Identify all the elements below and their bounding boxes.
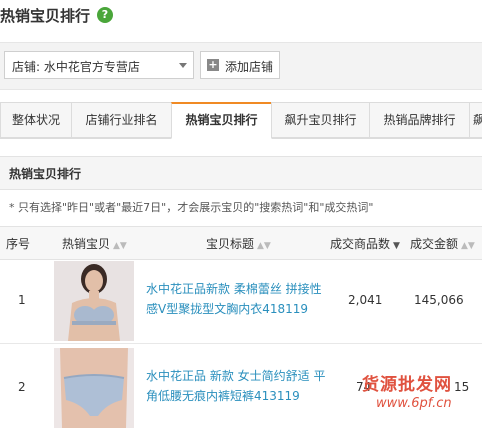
filter-note: * 只有选择"昨日"或者"最近7日"，才会展示宝贝的"搜索热词"和"成交热词"	[9, 201, 374, 214]
col-qty[interactable]: 成交商品数 ▼	[330, 235, 400, 252]
tab-hot-items[interactable]: 热销宝贝排行	[171, 102, 272, 139]
product-title-link[interactable]: 水中花正品 新款 女士简约舒适 平角低腰无痕内裤短裤413119	[146, 366, 326, 406]
product-thumbnail[interactable]	[54, 261, 134, 341]
add-store-button[interactable]: + 添加店铺	[200, 51, 280, 79]
watermark-logo: 货源批发网 www.6pf.cn	[356, 368, 482, 418]
col-title[interactable]: 宝贝标题 ▲▼	[206, 235, 271, 252]
col-item[interactable]: 热销宝贝 ▲▼	[62, 235, 127, 252]
table-header: 序号 热销宝贝 ▲▼ 宝贝标题 ▲▼ 成交商品数 ▼ 成交金额 ▲▼	[0, 226, 482, 260]
store-bar: 店铺: 水中花官方专营店 + 添加店铺	[0, 42, 482, 90]
add-store-label: 添加店铺	[225, 60, 274, 74]
row-rank: 2	[18, 380, 26, 394]
watermark-line1: 货源批发网	[362, 375, 452, 395]
tab-rising-items[interactable]: 飙升宝贝排行	[271, 102, 370, 138]
title-bar: 热销宝贝排行 ?	[0, 0, 482, 34]
tab-bar: 整体状况 店铺行业排名 热销宝贝排行 飙升宝贝排行 热销品牌排行 飙	[0, 102, 482, 139]
section-title: 热销宝贝排行	[9, 167, 82, 181]
store-select-value: 店铺: 水中花官方专营店	[12, 60, 140, 74]
sort-icon: ▲▼	[257, 241, 271, 251]
row-rank: 1	[18, 293, 26, 307]
row-qty: 2,041	[348, 293, 383, 307]
tab-overview[interactable]: 整体状况	[0, 102, 72, 138]
store-select[interactable]: 店铺: 水中花官方专营店	[4, 51, 194, 79]
col-rank: 序号	[6, 237, 31, 251]
section-header: 热销宝贝排行	[0, 156, 482, 190]
tab-store-industry-rank[interactable]: 店铺行业排名	[71, 102, 172, 138]
plus-icon: +	[207, 58, 219, 71]
sort-icon: ▲▼	[461, 241, 475, 251]
bra-product-image	[54, 261, 134, 341]
watermark-line2: www.6pf.cn	[376, 396, 452, 411]
page-title: 热销宝贝排行	[0, 7, 91, 25]
sort-icon: ▲▼	[113, 241, 127, 251]
panty-product-image	[54, 348, 134, 428]
table-row: 1 水中花正品新款 柔棉蕾丝 拼接性感V型聚拢型文胸内衣418119 2,041…	[0, 259, 482, 344]
tab-hot-brands[interactable]: 热销品牌排行	[369, 102, 470, 138]
help-icon[interactable]: ?	[97, 7, 113, 23]
row-amount: 145,066	[414, 293, 464, 307]
product-thumbnail[interactable]	[54, 348, 134, 428]
product-title-link[interactable]: 水中花正品新款 柔棉蕾丝 拼接性感V型聚拢型文胸内衣418119	[146, 279, 326, 319]
sort-desc-icon: ▼	[393, 241, 400, 251]
col-amount[interactable]: 成交金额 ▲▼	[410, 235, 475, 252]
chevron-down-icon	[179, 63, 187, 68]
tab-more[interactable]: 飙	[469, 102, 482, 138]
